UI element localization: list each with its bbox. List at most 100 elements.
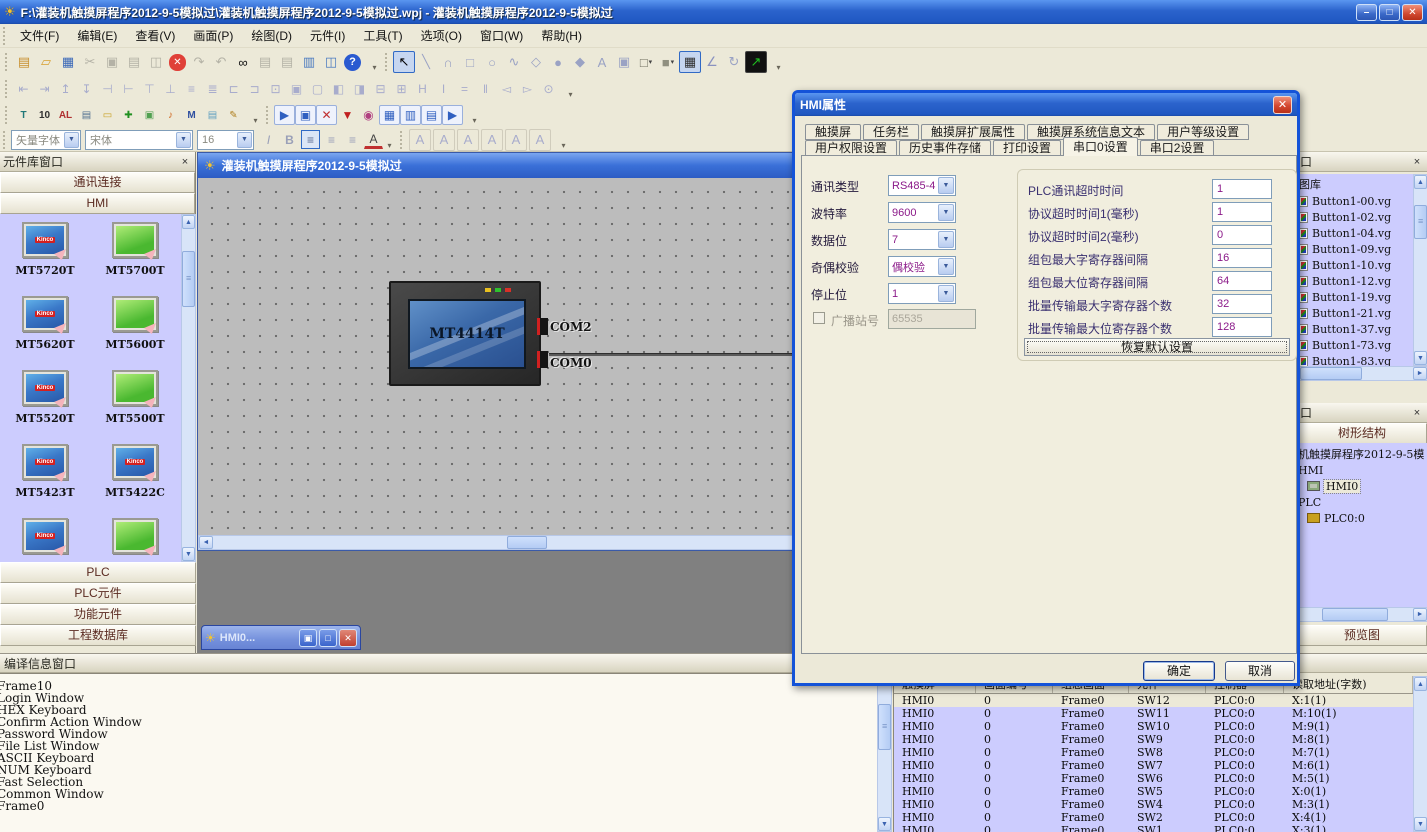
table-row[interactable]: HMI0 0 Frame0 SW8 PLC0:0 M:7(1)	[894, 746, 1413, 759]
scroll-thumb[interactable]	[878, 704, 891, 750]
scroll-down-icon[interactable]: ▼	[182, 547, 195, 561]
bring-to-front-icon[interactable]: ▣	[286, 79, 307, 99]
scroll-down-icon[interactable]: ▼	[1414, 817, 1427, 831]
graphics-file-item[interactable]: Button1-10.vg	[1297, 257, 1427, 273]
menu-item[interactable]: 文件(F)	[11, 25, 68, 47]
align-center-v-icon[interactable]: ≣	[202, 79, 223, 99]
toolbar-overflow-icon[interactable]: ▾	[469, 105, 480, 125]
hmi-device-object[interactable]: MT4414T	[389, 281, 541, 386]
compile-line[interactable]: Common Window	[0, 788, 877, 800]
data-bits-select[interactable]: 7 ▼	[888, 229, 956, 250]
scroll-down-icon[interactable]: ▼	[878, 817, 891, 831]
font-style-select[interactable]: 矢量字体 ▼	[11, 130, 81, 150]
structure-horizontal-scrollbar[interactable]: ►	[1297, 607, 1427, 622]
bring-forward-icon[interactable]: ◧	[328, 79, 349, 99]
table-row[interactable]: HMI0 0 Frame0 SW10 PLC0:0 M:9(1)	[894, 720, 1413, 733]
rectangle-tool-icon[interactable]: □	[459, 51, 481, 73]
toolbar-overflow-icon[interactable]: ▾	[384, 130, 395, 150]
align-grid-icon[interactable]: =	[454, 79, 475, 99]
compile-line[interactable]: Fast Selection	[0, 776, 877, 788]
menu-item[interactable]: 画面(P)	[184, 25, 242, 47]
flip-vertical-icon[interactable]: ▻	[517, 79, 538, 99]
chevron-down-icon[interactable]: ▼	[938, 204, 954, 221]
device-item[interactable]: Kinco MT5720T	[0, 218, 90, 292]
italic-icon[interactable]: I	[259, 130, 278, 149]
menu-item[interactable]: 绘图(D)	[242, 25, 301, 47]
scroll-right-icon[interactable]: ►	[1413, 367, 1427, 380]
align-bottom-icon[interactable]: ⊥	[160, 79, 181, 99]
graphics-library-header[interactable]: 口 ×	[1297, 152, 1427, 172]
restore-button[interactable]: □	[1379, 4, 1400, 21]
table-row[interactable]: HMI0 0 Frame0 SW6 PLC0:0 M:5(1)	[894, 772, 1413, 785]
print-preview-icon[interactable]: ▤	[254, 51, 276, 73]
scroll-left-icon[interactable]: ◄	[199, 536, 213, 549]
lock-icon[interactable]: ⊙	[538, 79, 559, 99]
close-icon[interactable]: ×	[1410, 406, 1424, 420]
edit-find-icon[interactable]: ✎	[223, 105, 244, 125]
dialog-tab[interactable]: 串口0设置	[1063, 137, 1138, 156]
stop-bits-select[interactable]: 1 ▼	[888, 283, 956, 304]
baud-rate-select[interactable]: 9600 ▼	[888, 202, 956, 223]
tree-node[interactable]: PLC	[1297, 494, 1427, 510]
device-item[interactable]: Kinco MT5620T	[0, 292, 90, 366]
fill-color-icon[interactable]: ■	[657, 51, 679, 73]
graphics-file-item[interactable]: Button1-00.vg	[1297, 193, 1427, 209]
space-equal-v-icon[interactable]: I	[433, 79, 454, 99]
menu-item[interactable]: 工具(T)	[354, 25, 411, 47]
alarm-bar-icon[interactable]: ▤	[421, 105, 442, 125]
address-label-icon[interactable]: 10	[34, 105, 55, 125]
scroll-up-icon[interactable]: ▲	[1414, 677, 1427, 691]
toolbar-overflow-icon[interactable]: ▾	[773, 52, 784, 72]
full-compile-icon[interactable]: ▣	[295, 105, 316, 125]
add-graphics-icon[interactable]: ✚	[118, 105, 139, 125]
close-icon[interactable]: ✕	[1273, 96, 1292, 114]
chevron-down-icon[interactable]: ▼	[938, 258, 954, 275]
minimized-frame-window[interactable]: ☀ HMI0... ▣ □ ✕	[201, 625, 361, 650]
preview-tab[interactable]: 预览图	[1297, 625, 1427, 646]
graphics-file-item[interactable]: Button1-04.vg	[1297, 225, 1427, 241]
compile-line[interactable]: Login Window	[0, 692, 877, 704]
dialog-tab[interactable]: 用户权限设置	[805, 140, 897, 156]
dialog-tab[interactable]: 打印设置	[993, 140, 1061, 156]
event-library-icon[interactable]: ▤	[76, 105, 97, 125]
com2-port-icon[interactable]	[537, 318, 548, 335]
close-icon[interactable]: ✕	[339, 629, 357, 647]
polygon-tool-icon[interactable]: ◇	[525, 51, 547, 73]
device-item[interactable]: Kinco MT5420T	[0, 514, 90, 562]
menu-item[interactable]: 查看(V)	[126, 25, 184, 47]
text-tool-icon[interactable]: A	[591, 51, 613, 73]
dialog-titlebar[interactable]: HMI属性 ✕	[795, 93, 1297, 116]
polyline-tool-icon[interactable]: ∿	[503, 51, 525, 73]
select-windows-icon[interactable]: ◫	[320, 51, 342, 73]
table-vertical-scrollbar[interactable]: ▲ ▼	[1413, 676, 1427, 832]
scroll-down-icon[interactable]: ▼	[1414, 351, 1427, 365]
library-section-bar[interactable]: PLC元件	[0, 583, 196, 604]
run-simulate-icon[interactable]: ↗	[745, 51, 767, 73]
scroll-thumb[interactable]	[1322, 608, 1388, 621]
table-row[interactable]: HMI0 0 Frame0 SW2 PLC0:0 X:4(1)	[894, 811, 1413, 824]
device-item[interactable]: Kinco MT5600T	[90, 292, 180, 366]
cut-icon[interactable]: ✂	[79, 51, 101, 73]
library-section-bar[interactable]: 功能元件	[0, 604, 196, 625]
font-size-select[interactable]: 16 ▼	[197, 130, 254, 150]
refresh-icon[interactable]: ↻	[723, 51, 745, 73]
max-bit-count-input[interactable]: 128	[1212, 317, 1272, 337]
xy-curve-icon[interactable]: ▥	[400, 105, 421, 125]
library-section-bar[interactable]: 工程数据库	[0, 625, 196, 646]
dialog-tab[interactable]: 触摸屏扩展属性	[921, 124, 1025, 140]
close-icon[interactable]: ×	[1410, 155, 1424, 169]
connection-cable[interactable]	[549, 353, 795, 356]
nudge-right-icon[interactable]: ⇥	[34, 79, 55, 99]
compile-icon[interactable]: ▶	[274, 105, 295, 125]
plc-timeout-input[interactable]: 1	[1212, 179, 1272, 199]
protocol-timeout2-input[interactable]: 0	[1212, 225, 1272, 245]
comm-type-select[interactable]: RS485-4 ▼	[888, 175, 956, 196]
minimize-button[interactable]: –	[1356, 4, 1377, 21]
compile-line[interactable]: NUM Keyboard	[0, 764, 877, 776]
dialog-tab[interactable]: 触摸屏	[805, 124, 861, 140]
maximize-icon[interactable]: □	[319, 629, 337, 647]
table-row[interactable]: HMI0 0 Frame0 SW1 PLC0:0 X:3(1)	[894, 824, 1413, 832]
document-icon[interactable]: ▤	[202, 105, 223, 125]
flip-horizontal-icon[interactable]: ◅	[496, 79, 517, 99]
menu-item[interactable]: 窗口(W)	[471, 25, 532, 47]
